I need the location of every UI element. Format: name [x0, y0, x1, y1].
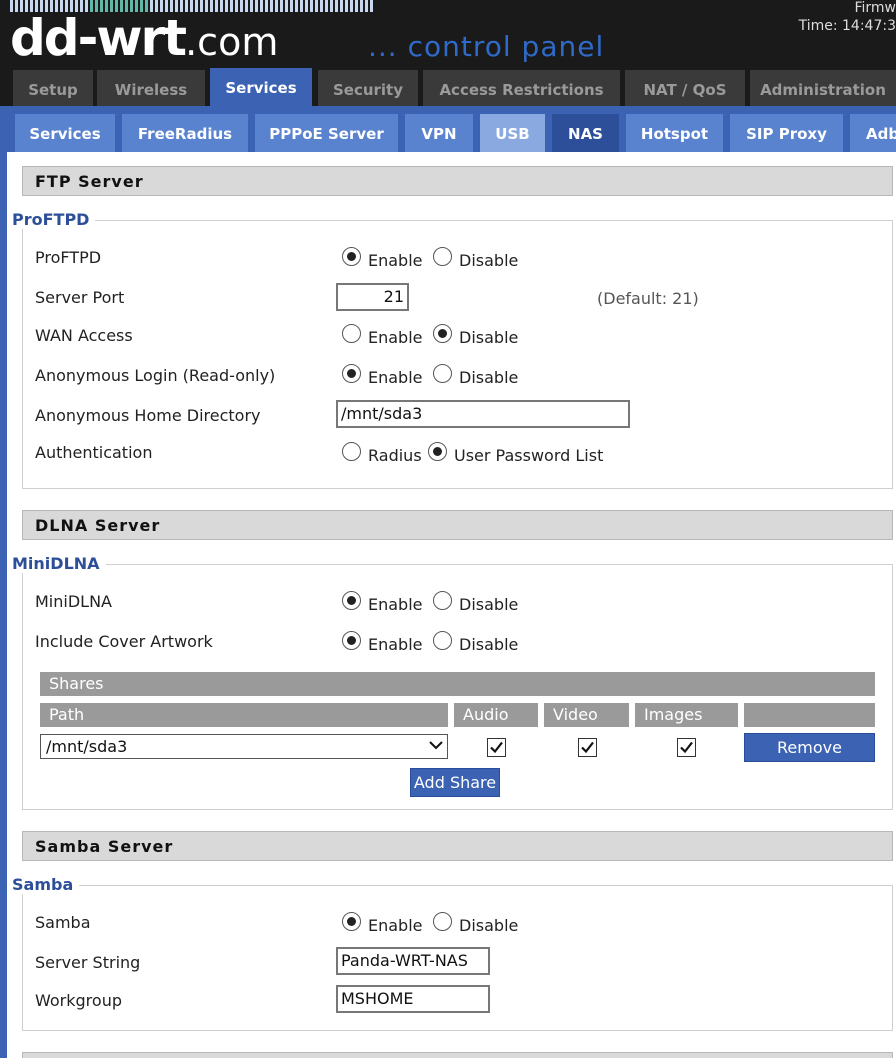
- tab-wireless[interactable]: Wireless: [97, 70, 205, 106]
- server-string-label: Server String: [35, 953, 141, 972]
- share-path-value: /mnt/sda3: [46, 737, 128, 756]
- tab-access-restrictions[interactable]: Access Restrictions: [423, 70, 620, 106]
- anon-home-input[interactable]: /mnt/sda3: [336, 400, 630, 428]
- proftpd-enable-radio[interactable]: [342, 247, 361, 266]
- samba-legend: Samba: [12, 875, 80, 894]
- tab-services[interactable]: Services: [210, 68, 312, 106]
- proftpd-legend: ProFTPD: [12, 210, 96, 229]
- subtab-sip-proxy[interactable]: SIP Proxy: [730, 114, 843, 152]
- firmware-label: Firmw: [854, 0, 896, 16]
- col-images: Images: [635, 703, 738, 727]
- time-label: Time: 14:47:3: [798, 18, 896, 34]
- wan-access-label: WAN Access: [35, 326, 133, 345]
- shares-header: Shares: [40, 672, 875, 696]
- anon-login-label: Anonymous Login (Read-only): [35, 366, 276, 385]
- tab-nat-qos[interactable]: NAT / QoS: [625, 70, 745, 106]
- server-string-input[interactable]: Panda-WRT-NAS: [336, 947, 490, 975]
- subtab-freeradius[interactable]: FreeRadius: [122, 114, 248, 152]
- wan-enable-label: Enable: [368, 328, 423, 347]
- proftpd-label: ProFTPD: [35, 248, 102, 267]
- subtab-nas[interactable]: NAS: [552, 114, 619, 152]
- samba-label: Samba: [35, 913, 91, 932]
- workgroup-input[interactable]: MSHOME: [336, 985, 490, 1013]
- share-audio-checkbox[interactable]: [487, 738, 506, 757]
- left-border: [0, 152, 7, 1058]
- subtab-hotspot[interactable]: Hotspot: [626, 114, 723, 152]
- tab-setup[interactable]: Setup: [13, 70, 93, 106]
- minidlna-legend: MiniDLNA: [12, 554, 106, 573]
- subtab-vpn[interactable]: VPN: [405, 114, 473, 152]
- auth-radius-radio[interactable]: [342, 442, 361, 461]
- main-tabs: Setup Wireless Services Security Access …: [0, 68, 896, 106]
- minidlna-enable-label: Enable: [368, 595, 423, 614]
- tab-administration[interactable]: Administration: [750, 70, 896, 106]
- remove-share-button[interactable]: Remove: [744, 733, 875, 762]
- share-images-checkbox[interactable]: [677, 738, 696, 757]
- tagline: ... control panel: [368, 30, 605, 63]
- col-path: Path: [40, 703, 448, 727]
- chevron-down-icon: [429, 741, 443, 750]
- ftp-section-title: FTP Server: [22, 166, 893, 196]
- anon-home-label: Anonymous Home Directory: [35, 406, 261, 425]
- minidlna-label: MiniDLNA: [35, 592, 112, 611]
- anon-enable-label: Enable: [368, 368, 423, 387]
- share-video-checkbox[interactable]: [578, 738, 597, 757]
- tab-security[interactable]: Security: [318, 70, 418, 106]
- anon-disable-label: Disable: [459, 368, 519, 387]
- proftpd-enable-label: Enable: [368, 251, 423, 270]
- auth-list-radio[interactable]: [428, 442, 447, 461]
- check-icon: [581, 741, 594, 754]
- wan-enable-radio[interactable]: [342, 324, 361, 343]
- samba-disable-radio[interactable]: [433, 912, 452, 931]
- sub-tabs: Services FreeRadius PPPoE Server VPN USB…: [0, 106, 896, 152]
- samba-enable-radio[interactable]: [342, 912, 361, 931]
- check-icon: [680, 741, 693, 754]
- dlna-section-title: DLNA Server: [22, 510, 893, 540]
- subtab-adb[interactable]: Adb: [850, 114, 896, 152]
- cover-artwork-label: Include Cover Artwork: [35, 632, 213, 651]
- minidlna-disable-label: Disable: [459, 595, 519, 614]
- subtab-pppoe-server[interactable]: PPPoE Server: [255, 114, 398, 152]
- next-section-title: [22, 1052, 893, 1058]
- col-audio: Audio: [454, 703, 538, 727]
- header: dd-wrt.com ... control panel Firmw Time:…: [0, 0, 896, 68]
- wan-disable-radio[interactable]: [433, 324, 452, 343]
- minidlna-disable-radio[interactable]: [433, 591, 452, 610]
- check-icon: [490, 741, 503, 754]
- cover-enable-radio[interactable]: [342, 631, 361, 650]
- proftpd-disable-label: Disable: [459, 251, 519, 270]
- add-share-button[interactable]: Add Share: [410, 768, 500, 797]
- server-port-hint: (Default: 21): [597, 289, 699, 308]
- server-port-label: Server Port: [35, 288, 125, 307]
- auth-radius-label: Radius: [368, 446, 422, 465]
- share-path-select[interactable]: /mnt/sda3: [40, 734, 448, 759]
- server-port-input[interactable]: 21: [336, 283, 409, 311]
- samba-section-title: Samba Server: [22, 831, 893, 861]
- auth-list-label: User Password List: [454, 446, 604, 465]
- authentication-label: Authentication: [35, 443, 153, 462]
- anon-enable-radio[interactable]: [342, 364, 361, 383]
- cover-enable-label: Enable: [368, 635, 423, 654]
- subtab-services[interactable]: Services: [15, 114, 115, 152]
- logo[interactable]: dd-wrt.com: [10, 8, 278, 72]
- anon-disable-radio[interactable]: [433, 364, 452, 383]
- subtab-usb[interactable]: USB: [480, 114, 545, 152]
- cover-disable-label: Disable: [459, 635, 519, 654]
- minidlna-enable-radio[interactable]: [342, 591, 361, 610]
- col-video: Video: [544, 703, 629, 727]
- samba-enable-label: Enable: [368, 916, 423, 935]
- col-actions: [744, 703, 875, 727]
- cover-disable-radio[interactable]: [433, 631, 452, 650]
- samba-disable-label: Disable: [459, 916, 519, 935]
- wan-disable-label: Disable: [459, 328, 519, 347]
- proftpd-disable-radio[interactable]: [433, 247, 452, 266]
- workgroup-label: Workgroup: [35, 991, 122, 1010]
